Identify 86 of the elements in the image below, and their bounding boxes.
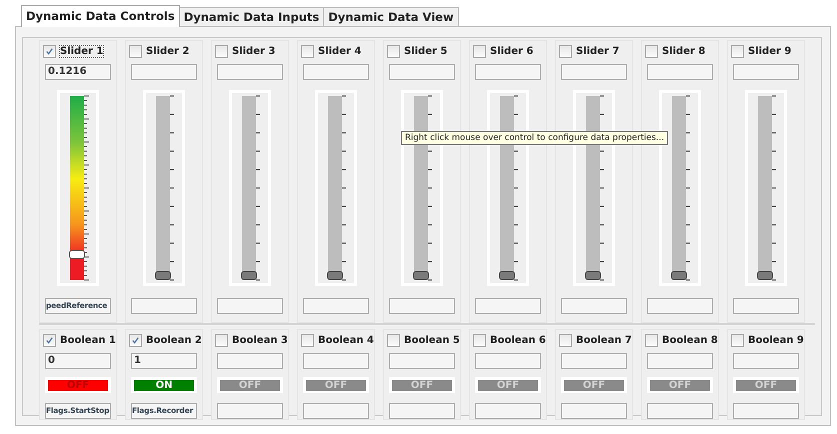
- checkbox[interactable]: [473, 44, 486, 58]
- checkbox[interactable]: [43, 44, 56, 58]
- value-field: [733, 64, 799, 80]
- slider-label: Slider 9: [748, 46, 792, 56]
- value-field: [303, 64, 369, 80]
- slider-thumb[interactable]: [413, 271, 429, 280]
- checkbox[interactable]: [645, 44, 658, 58]
- tag-field: [303, 298, 369, 314]
- value-field: [647, 353, 713, 369]
- slider-track[interactable]: [156, 96, 170, 280]
- slider-thumb[interactable]: [671, 271, 687, 280]
- tag-field: [733, 298, 799, 314]
- slider-thumb[interactable]: [241, 271, 257, 280]
- boolean-label: Boolean 9: [748, 334, 804, 346]
- checkbox[interactable]: [301, 334, 314, 346]
- checkbox[interactable]: [387, 334, 400, 346]
- value-field: [389, 64, 455, 80]
- slider-label: Slider 2: [146, 46, 190, 56]
- tab[interactable]: Dynamic Data Inputs: [178, 7, 324, 26]
- tag-field: [389, 298, 455, 314]
- value-field: 0.1216: [45, 64, 111, 80]
- value-field: [217, 64, 283, 80]
- checkbox[interactable]: [731, 44, 744, 58]
- tag-field: [131, 298, 197, 314]
- checkbox[interactable]: [215, 334, 228, 346]
- slider-thumb[interactable]: [757, 271, 773, 280]
- check-icon: [45, 336, 54, 344]
- boolean-label: Boolean 3: [232, 334, 288, 346]
- checkbox[interactable]: [129, 334, 142, 346]
- boolean-label: Boolean 6: [490, 334, 546, 346]
- checkbox[interactable]: [559, 44, 572, 58]
- slider-label: Slider 3: [232, 46, 276, 56]
- slider-track[interactable]: [242, 96, 256, 280]
- value-field: [475, 64, 541, 80]
- value-field: [561, 64, 627, 80]
- boolean-label: Boolean 8: [662, 334, 718, 346]
- slider-track[interactable]: [70, 96, 84, 280]
- slider-thumb[interactable]: [327, 271, 343, 280]
- slider-track[interactable]: [758, 96, 772, 280]
- slider-track[interactable]: [328, 96, 342, 280]
- tab[interactable]: Dynamic Data Controls: [21, 5, 180, 27]
- slider-label: Slider 6: [490, 46, 534, 56]
- slider-label: Slider 7: [576, 46, 620, 56]
- tooltip: Right click mouse over control to configure data properties...: [401, 131, 668, 145]
- tag-field: [647, 298, 713, 314]
- boolean-label: Boolean 1: [60, 334, 116, 346]
- slider-thumb[interactable]: [69, 250, 85, 259]
- status-indicator[interactable]: OFF: [48, 380, 108, 390]
- checkbox[interactable]: [645, 334, 658, 346]
- checkbox[interactable]: [559, 334, 572, 346]
- value-field: [647, 64, 713, 80]
- slider-thumb[interactable]: [499, 271, 515, 280]
- boolean-label: Boolean 2: [146, 334, 202, 346]
- value-field: 1: [131, 353, 197, 369]
- checkbox[interactable]: [301, 44, 314, 58]
- boolean-label: Boolean 5: [404, 334, 460, 346]
- checkbox[interactable]: [215, 44, 228, 58]
- boolean-label: Boolean 7: [576, 334, 632, 346]
- value-field: [303, 353, 369, 369]
- tag-field: [217, 298, 283, 314]
- slider-label: Slider 5: [404, 46, 448, 56]
- slider-label: Slider 4: [318, 46, 362, 56]
- value-field: [733, 353, 799, 369]
- slider-track[interactable]: [672, 96, 686, 280]
- tag-field: [475, 298, 541, 314]
- checkbox[interactable]: [731, 334, 744, 346]
- slider-label: Slider 8: [662, 46, 706, 56]
- value-field: [131, 64, 197, 80]
- value-field: [561, 353, 627, 369]
- value-field: [389, 353, 455, 369]
- status-indicator[interactable]: ON: [134, 380, 194, 390]
- checkbox[interactable]: [43, 334, 56, 346]
- boolean-label: Boolean 4: [318, 334, 374, 346]
- value-field: 0: [45, 353, 111, 369]
- check-icon: [45, 46, 54, 56]
- slider-thumb[interactable]: [155, 271, 171, 280]
- tab[interactable]: Dynamic Data View: [323, 7, 459, 26]
- value-field: [475, 353, 541, 369]
- value-field: [217, 353, 283, 369]
- check-icon: [131, 336, 140, 344]
- checkbox[interactable]: [129, 44, 142, 58]
- slider-thumb[interactable]: [585, 271, 601, 280]
- checkbox[interactable]: [387, 44, 400, 58]
- slider-label: Slider 1: [60, 46, 104, 56]
- tag-field: [561, 298, 627, 314]
- checkbox[interactable]: [473, 334, 486, 346]
